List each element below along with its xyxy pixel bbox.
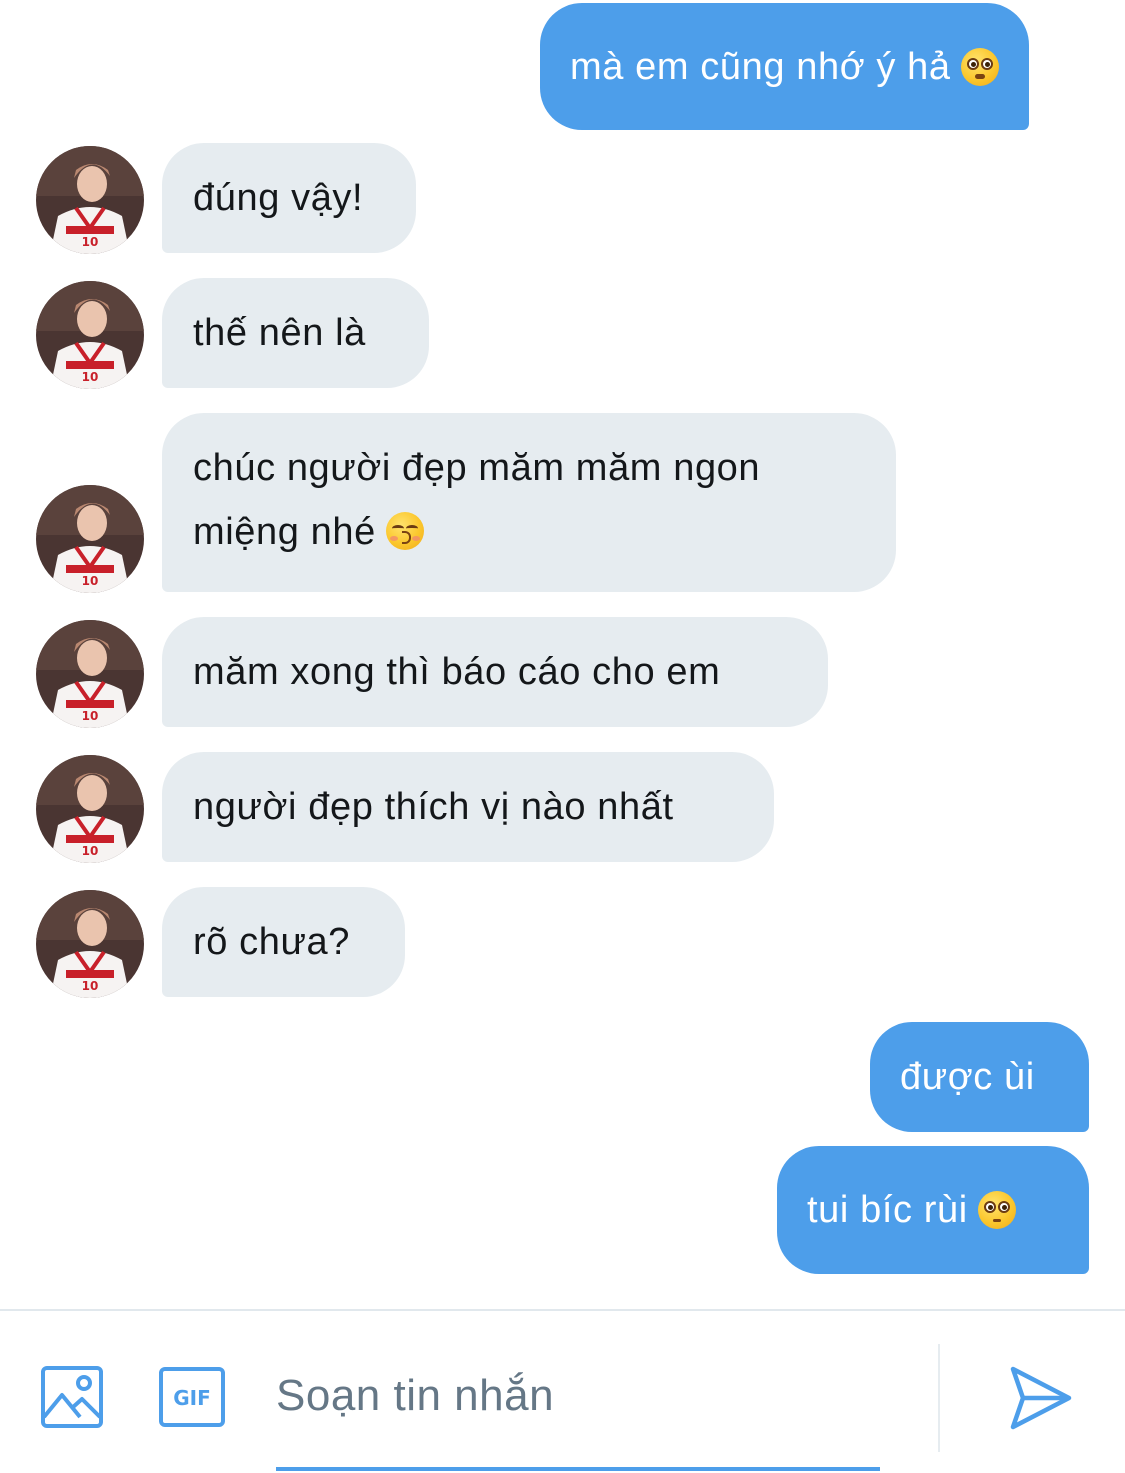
composer-divider: [0, 1309, 1125, 1311]
message-text: tui bíc rùi: [807, 1189, 968, 1231]
add-gif-button[interactable]: GIF: [159, 1367, 225, 1427]
message-text: rõ chưa?: [193, 921, 350, 963]
incoming-message[interactable]: măm xong thì báo cáo cho em: [162, 617, 828, 727]
svg-text:10: 10: [82, 235, 99, 249]
outgoing-message[interactable]: tui bíc rùi: [777, 1146, 1089, 1274]
message-text: được ùi: [900, 1056, 1035, 1098]
avatar-photo: 10: [36, 281, 144, 389]
svg-text:GIF: GIF: [173, 1386, 211, 1410]
incoming-message[interactable]: thế nên là: [162, 278, 429, 388]
outgoing-message[interactable]: mà em cũng nhớ ý hả: [540, 3, 1029, 130]
composer-separator: [938, 1344, 940, 1452]
message-input[interactable]: [276, 1346, 880, 1446]
svg-text:10: 10: [82, 574, 99, 588]
incoming-message[interactable]: chúc người đẹp măm măm ngon miệng nhé: [162, 413, 896, 592]
flushed-face-icon: [960, 47, 999, 86]
avatar[interactable]: 10: [36, 485, 144, 593]
message-text-line-2: miệng nhé: [193, 500, 865, 564]
svg-text:10: 10: [82, 979, 99, 993]
avatar-photo: 10: [36, 146, 144, 254]
avatar[interactable]: 10: [36, 620, 144, 728]
message-text: măm xong thì báo cáo cho em: [193, 651, 721, 693]
avatar-photo: 10: [36, 890, 144, 998]
avatar-photo: 10: [36, 620, 144, 728]
message-text-line-1: chúc người đẹp măm măm ngon: [193, 447, 761, 489]
avatar-photo: 10: [36, 485, 144, 593]
message-text: người đẹp thích vị nào nhất: [193, 786, 674, 828]
message-text: đúng vậy!: [193, 177, 364, 219]
incoming-message[interactable]: đúng vậy!: [162, 143, 416, 253]
avatar[interactable]: 10: [36, 755, 144, 863]
svg-text:10: 10: [82, 709, 99, 723]
send-icon: [1010, 1366, 1072, 1430]
pleading-face-icon: [977, 1191, 1016, 1229]
incoming-message[interactable]: người đẹp thích vị nào nhất: [162, 752, 774, 862]
svg-text:10: 10: [82, 844, 99, 858]
gif-icon: GIF: [159, 1367, 225, 1427]
message-text: mà em cũng nhớ ý hả: [570, 45, 951, 88]
add-photo-button[interactable]: [40, 1365, 104, 1429]
incoming-message[interactable]: rõ chưa?: [162, 887, 405, 997]
message-input-underline: [276, 1467, 880, 1471]
avatar[interactable]: 10: [36, 890, 144, 998]
avatar[interactable]: 10: [36, 281, 144, 389]
kissing-face-icon: [385, 512, 424, 550]
avatar-photo: 10: [36, 755, 144, 863]
dm-conversation-screen: mà em cũng nhớ ý hả 10 đúng vậy! 10 thế …: [0, 0, 1125, 1473]
outgoing-message[interactable]: được ùi: [870, 1022, 1089, 1132]
svg-text:10: 10: [82, 370, 99, 384]
send-button[interactable]: [1007, 1365, 1073, 1431]
image-icon: [41, 1366, 103, 1428]
message-text: thế nên là: [193, 312, 366, 354]
avatar[interactable]: 10: [36, 146, 144, 254]
